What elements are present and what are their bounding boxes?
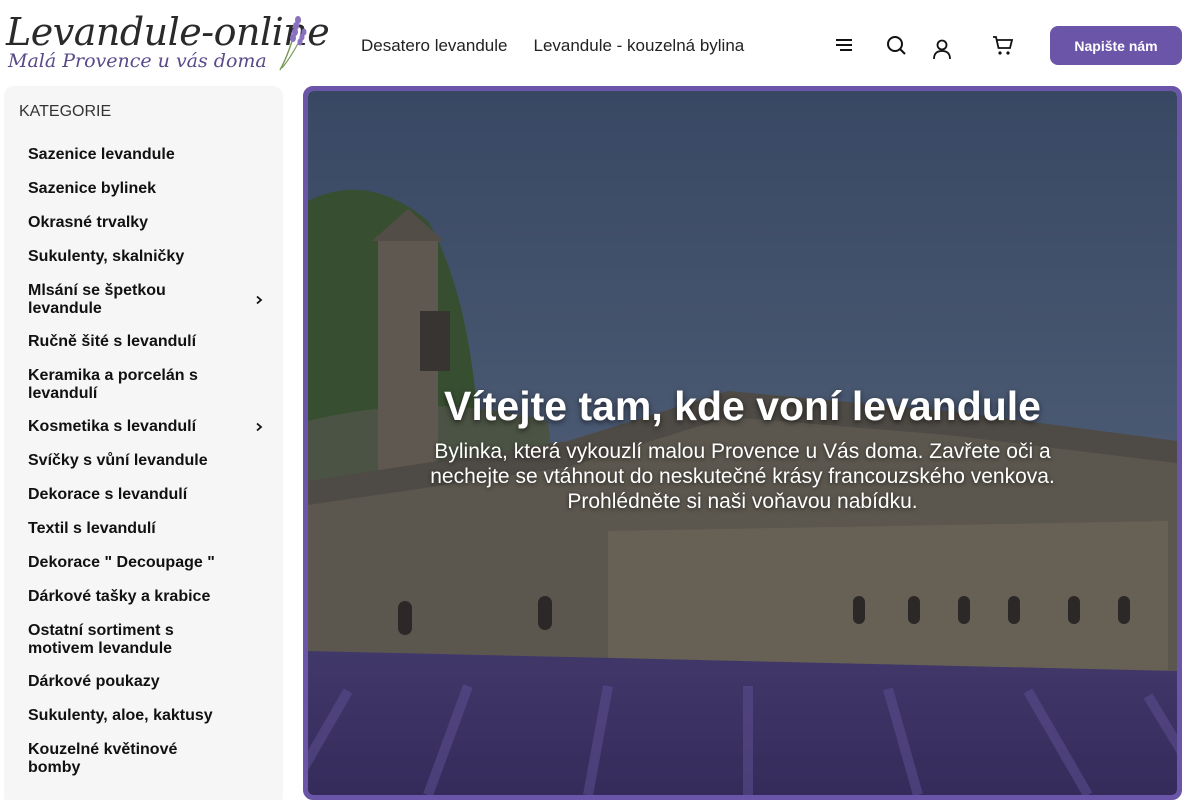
sidebar-category-item[interactable]: Ostatní sortiment s motivem levandule (28, 622, 228, 657)
site-header: Levandule-online Malá Provence u vás dom… (0, 0, 1200, 86)
sidebar-category-item[interactable]: Dárkové tašky a krabice (28, 588, 228, 606)
category-sidebar: KATEGORIE Sazenice levandule Sazenice byl… (4, 86, 283, 800)
sidebar-category-label: Sazenice levandule (28, 146, 175, 163)
sidebar-category-item[interactable]: Keramika a porcelán s levandulí (28, 367, 228, 402)
sidebar-category-label: Keramika a porcelán s levandulí (28, 367, 198, 402)
sidebar-category-item[interactable]: Dekorace " Decoupage " (28, 554, 228, 572)
chevron-right-icon[interactable] (254, 422, 264, 432)
sidebar-category-label: Sukulenty, aloe, kaktusy (28, 707, 213, 724)
hero-text: Bylinka, která vykouzlí malou Provence u… (430, 440, 1055, 513)
sidebar-title: KATEGORIE (19, 103, 112, 120)
sidebar-category-label: Kouzelné květinové bomby (28, 741, 178, 776)
logo-subtitle: Malá Provence u vás doma (8, 50, 267, 72)
sidebar-category-label: Dekorace s levandulí (28, 486, 188, 503)
sidebar-category-label: Kosmetika s levandulí (28, 418, 197, 435)
user-icon[interactable] (930, 37, 954, 61)
sidebar-category-label: Ostatní sortiment s motivem levandule (28, 622, 174, 657)
sidebar-category-item[interactable]: Sukulenty, skalničky (28, 248, 228, 266)
sidebar-category-label: Mlsání se špetkou levandule (28, 282, 166, 317)
sidebar-category-label: Dárkové poukazy (28, 673, 160, 690)
sidebar-category-item[interactable]: Dárkové poukazy (28, 673, 228, 691)
contact-button[interactable]: Napište nám (1050, 26, 1182, 65)
hero-title: Vítejte tam, kde voní levandule (444, 383, 1041, 429)
sidebar-category-item[interactable]: Textil s levandulí (28, 520, 228, 538)
search-icon[interactable] (884, 33, 908, 57)
sidebar-category-item[interactable]: Kosmetika s levandulí (28, 418, 263, 436)
sidebar-category-item[interactable]: Sukulenty, aloe, kaktusy (28, 707, 228, 725)
sidebar-category-label: Dárkové tašky a krabice (28, 588, 211, 605)
sidebar-category-item[interactable]: Kouzelné květinové bomby (28, 741, 228, 776)
sidebar-category-label: Svíčky s vůní levandule (28, 452, 208, 469)
sidebar-category-label: Ručně šité s levandulí (28, 333, 197, 350)
sidebar-category-item[interactable]: Svíčky s vůní levandule (28, 452, 228, 470)
site-logo[interactable]: Levandule-online Malá Provence u vás dom… (4, 8, 330, 74)
menu-icon[interactable] (832, 33, 856, 57)
cart-icon[interactable] (991, 33, 1015, 57)
lavender-sprig-icon (279, 16, 307, 71)
sidebar-category-item[interactable]: Okrasné trvalky (28, 214, 228, 232)
sidebar-category-label: Okrasné trvalky (28, 214, 149, 231)
sidebar-category-label: Dekorace " Decoupage " (28, 554, 215, 571)
hero-banner: Vítejte tam, kde voní levandule Bylinka,… (303, 86, 1182, 800)
nav-link-kouzelna-bylina[interactable]: Levandule - kouzelná bylina (533, 36, 744, 56)
main-nav: Desatero levandule Levandule - kouzelná … (361, 36, 744, 56)
sidebar-category-item[interactable]: Ručně šité s levandulí (28, 333, 228, 351)
sidebar-category-label: Sazenice bylinek (28, 180, 157, 197)
sidebar-category-item[interactable]: Sazenice bylinek (28, 180, 228, 198)
sidebar-category-item[interactable]: Dekorace s levandulí (28, 486, 228, 504)
chevron-right-icon[interactable] (254, 295, 264, 305)
sidebar-category-item[interactable]: Mlsání se špetkou levandule (28, 282, 263, 317)
nav-link-desatero[interactable]: Desatero levandule (361, 36, 507, 56)
sidebar-category-label: Textil s levandulí (28, 520, 156, 537)
sidebar-category-item[interactable]: Sazenice levandule (28, 146, 228, 164)
sidebar-category-label: Sukulenty, skalničky (28, 248, 185, 265)
